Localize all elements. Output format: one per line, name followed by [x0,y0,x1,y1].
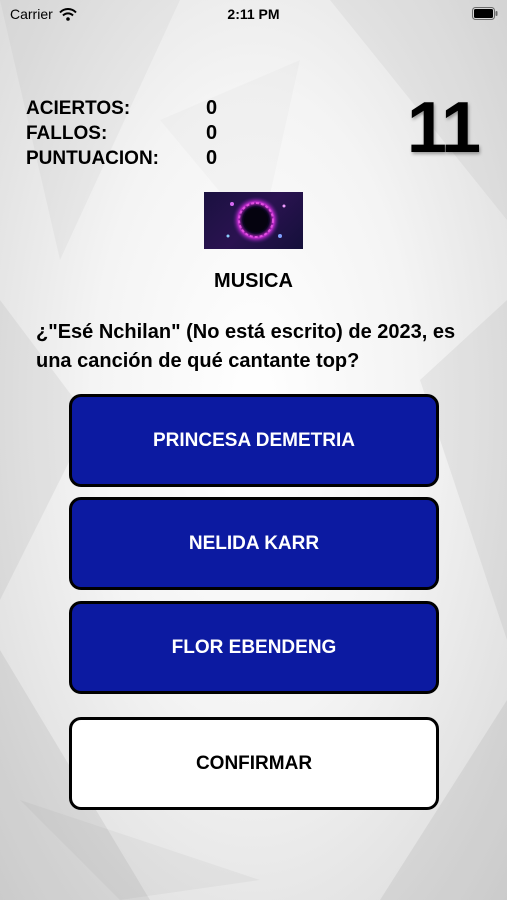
stat-value: 0 [206,122,218,144]
stat-aciertos: ACIERTOS: 0 [26,96,217,121]
answer-option-2[interactable]: NELIDA KARR [69,497,439,590]
battery-icon [472,7,498,20]
stat-fallos: FALLOS: 0 [26,121,217,146]
countdown-timer: 11 [406,88,481,168]
stat-label: ACIERTOS: [26,97,131,119]
stat-puntuacion: PUNTUACION: 0 [26,146,217,171]
answer-option-1[interactable]: PRINCESA DEMETRIA [69,394,439,487]
stat-label: FALLOS: [26,122,108,144]
music-category-image [204,192,303,249]
stat-value: 0 [206,147,218,169]
status-bar: Carrier 2:11 PM [0,0,507,30]
question-text: ¿"Esé Nchilan" (No está escrito) de 2023… [36,321,456,372]
stat-label: PUNTUACION: [26,147,159,169]
status-time: 2:11 PM [227,6,280,22]
score-panel: ACIERTOS: 0 FALLOS: 0 PUNTUACION: 0 [26,96,217,171]
answer-option-3[interactable]: FLOR EBENDENG [69,601,439,694]
stat-value: 0 [206,97,218,119]
category-title: MUSICA [214,270,293,292]
confirm-button[interactable]: CONFIRMAR [69,717,439,810]
